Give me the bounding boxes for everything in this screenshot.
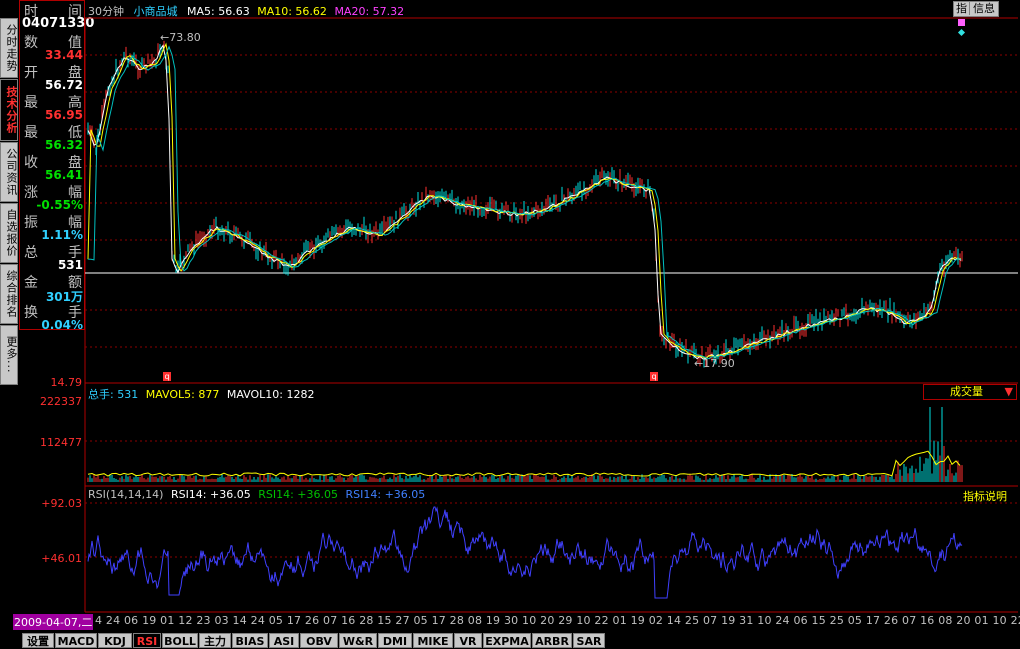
rsi-header: RSI(14,14,14) RSI14: +36.05 RSI14: +36.0… (88, 488, 425, 501)
price-y-bottom: 14.79 (50, 376, 83, 389)
volume-y-top: 222337 (40, 395, 82, 408)
indicator-explain-link[interactable]: 指标说明 (963, 488, 1007, 504)
event-marker-icon[interactable]: q (650, 372, 658, 381)
volume-header: 总手: 531 MAVOL5: 877 MAVOL10: 1282 (88, 386, 314, 402)
indicator-tab-macd[interactable]: MACD (55, 633, 97, 648)
indicator-tab-[interactable]: 设置 (22, 633, 54, 648)
pink-marker-icon (958, 19, 965, 26)
ma5-value: MA5: 56.63 (187, 5, 250, 18)
high-price-mark: ←73.80 (160, 31, 201, 44)
low-price-mark: ←17.90 (694, 357, 735, 370)
rsi-y-top: +92.03 (41, 497, 82, 510)
period-label[interactable]: 30分钟 (88, 5, 124, 18)
indicator-tab-wr[interactable]: W&R (339, 633, 377, 648)
indicator-tab-expma[interactable]: EXPMA (483, 633, 531, 648)
index-button[interactable]: 指 (954, 2, 970, 15)
indicator-tab-[interactable]: 主力 (199, 633, 231, 648)
volume-total: 总手: 531 (88, 388, 139, 401)
volume-y-mid: 112477 (40, 436, 82, 449)
indicator-tab-asi[interactable]: ASI (269, 633, 299, 648)
rsi-y-mid: +46.01 (41, 552, 82, 565)
date-axis: 4 24 06 19 01 12 23 03 14 24 05 17 26 07… (95, 614, 1020, 627)
mavol10-value: MAVOL10: 1282 (226, 388, 315, 401)
rsi-line (87, 506, 963, 599)
chevron-down-icon: ▼ (1004, 385, 1013, 398)
indicator-tab-sar[interactable]: SAR (573, 633, 605, 648)
indicator-tab-bias[interactable]: BIAS (232, 633, 268, 648)
rsi-value-1: RSI14: +36.05 (170, 488, 251, 501)
info-button[interactable]: 信息 (970, 2, 998, 15)
indicator-selector-label: 成交量 (950, 385, 983, 398)
indicator-tab-dmi[interactable]: DMI (378, 633, 412, 648)
ma10-value: MA10: 56.62 (257, 5, 327, 18)
stock-name: 小商品城 (133, 5, 178, 18)
rsi-value-2: RSI14: +36.05 (258, 488, 338, 501)
cursor-date: 2009-04-07,二 (13, 614, 94, 630)
ma20-value: MA20: 57.32 (334, 5, 405, 18)
price-header: 30分钟 小商品城 MA5: 56.63 MA10: 56.62 MA20: 5… (88, 3, 404, 19)
indicator-tab-kdj[interactable]: KDJ (98, 633, 132, 648)
mavol-line (87, 450, 961, 477)
indicator-tab-mike[interactable]: MIKE (413, 633, 453, 648)
indicator-tab-boll[interactable]: BOLL (162, 633, 198, 648)
indicator-tab-rsi[interactable]: RSI (133, 633, 161, 648)
mavol5-value: MAVOL5: 877 (145, 388, 220, 401)
header-buttons: 指信息 (953, 1, 999, 17)
rsi-params: RSI(14,14,14) (88, 488, 164, 501)
rsi-value-3: RSI14: +36.05 (345, 488, 426, 501)
indicator-selector[interactable]: 成交量 ▼ (923, 384, 1017, 400)
indicator-tab-arbr[interactable]: ARBR (532, 633, 572, 648)
chart-canvas (84, 17, 1018, 613)
indicator-tab-obv[interactable]: OBV (300, 633, 338, 648)
event-marker-icon[interactable]: q (163, 372, 171, 381)
indicator-tab-vr[interactable]: VR (454, 633, 482, 648)
